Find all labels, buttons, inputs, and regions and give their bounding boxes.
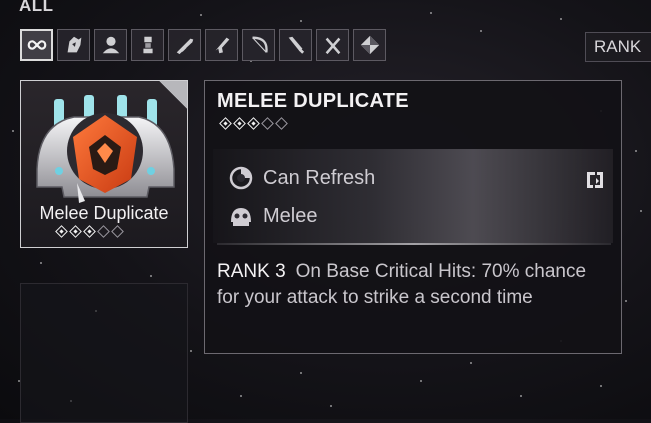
star (430, 12, 432, 14)
rank-pip-empty (97, 225, 110, 238)
rank-pip-filled (219, 117, 232, 130)
refresh-row: Can Refresh (227, 164, 375, 192)
companion-icon (102, 36, 119, 54)
star (635, 150, 637, 152)
rank-pip-filled (69, 225, 82, 238)
star (330, 405, 332, 407)
rank-pip-filled (233, 117, 246, 130)
star (600, 385, 602, 387)
star (12, 130, 14, 132)
rank-pip-empty (261, 117, 274, 130)
empty-mod-slot[interactable] (20, 283, 188, 423)
filter-secondary-button[interactable] (205, 29, 238, 61)
star (470, 362, 472, 364)
star (150, 275, 152, 277)
filter-primary-button[interactable] (168, 29, 201, 61)
filter-warframe-button[interactable] (57, 29, 90, 61)
swap-icon[interactable] (583, 168, 607, 192)
diamond-checker-icon (360, 35, 379, 55)
mod-detail-rank-pips (219, 117, 288, 130)
robotic-icon (142, 36, 153, 54)
infinity-icon (27, 40, 46, 50)
warframe-helmet-icon (67, 36, 81, 53)
primary-weapon-icon (176, 38, 193, 55)
refresh-icon (229, 166, 253, 190)
star (300, 20, 302, 22)
star (480, 30, 482, 32)
mod-card-rank-pips (55, 225, 124, 238)
mod-card-name: Melee Duplicate (39, 203, 169, 223)
star (625, 300, 627, 302)
star (560, 18, 562, 20)
rank-pip-empty (275, 117, 288, 130)
star (640, 210, 642, 212)
filter-all-button[interactable] (20, 29, 53, 61)
rank-pip-filled (247, 117, 260, 130)
category-label: ALL (19, 0, 54, 15)
mod-type-row: Melee (227, 202, 317, 230)
filter-bow-button[interactable] (242, 29, 275, 61)
filter-other-button[interactable] (353, 29, 386, 61)
mod-detail-panel: MELEE DUPLICATE Can Refresh Melee RANK 3… (204, 80, 622, 354)
star (520, 395, 522, 397)
filter-companion-button[interactable] (94, 29, 127, 61)
secondary-weapon-icon (215, 37, 229, 54)
mod-description: RANK 3 On Base Critical Hits: 70% chance … (217, 259, 607, 311)
sort-rank-tab[interactable]: RANK (585, 32, 651, 62)
mod-art-icon (36, 95, 175, 203)
mod-detail-title: MELEE DUPLICATE (217, 90, 409, 112)
bow-icon (251, 36, 268, 53)
rank-pip-empty (111, 225, 124, 238)
filter-robotic-button[interactable] (131, 29, 164, 61)
star (420, 380, 422, 382)
star (40, 262, 42, 264)
rank-label: RANK 3 (217, 261, 286, 282)
crossed-swords-icon (325, 37, 340, 55)
star (240, 395, 242, 397)
melee-type-icon (231, 208, 251, 226)
filter-melee-button[interactable] (279, 29, 312, 61)
rank-pip-filled (83, 225, 96, 238)
star (190, 350, 192, 352)
mod-properties-box: Can Refresh Melee (213, 149, 613, 243)
star (300, 372, 302, 374)
star (200, 14, 202, 16)
mod-card[interactable]: Melee Duplicate (20, 80, 188, 248)
melee-weapon-icon (288, 36, 304, 54)
filter-bar (20, 29, 386, 61)
filter-dual-melee-button[interactable] (316, 29, 349, 61)
rank-pip-filled (55, 225, 68, 238)
refresh-label: Can Refresh (263, 166, 376, 189)
mod-type-label: Melee (263, 204, 318, 227)
divider (217, 243, 611, 245)
